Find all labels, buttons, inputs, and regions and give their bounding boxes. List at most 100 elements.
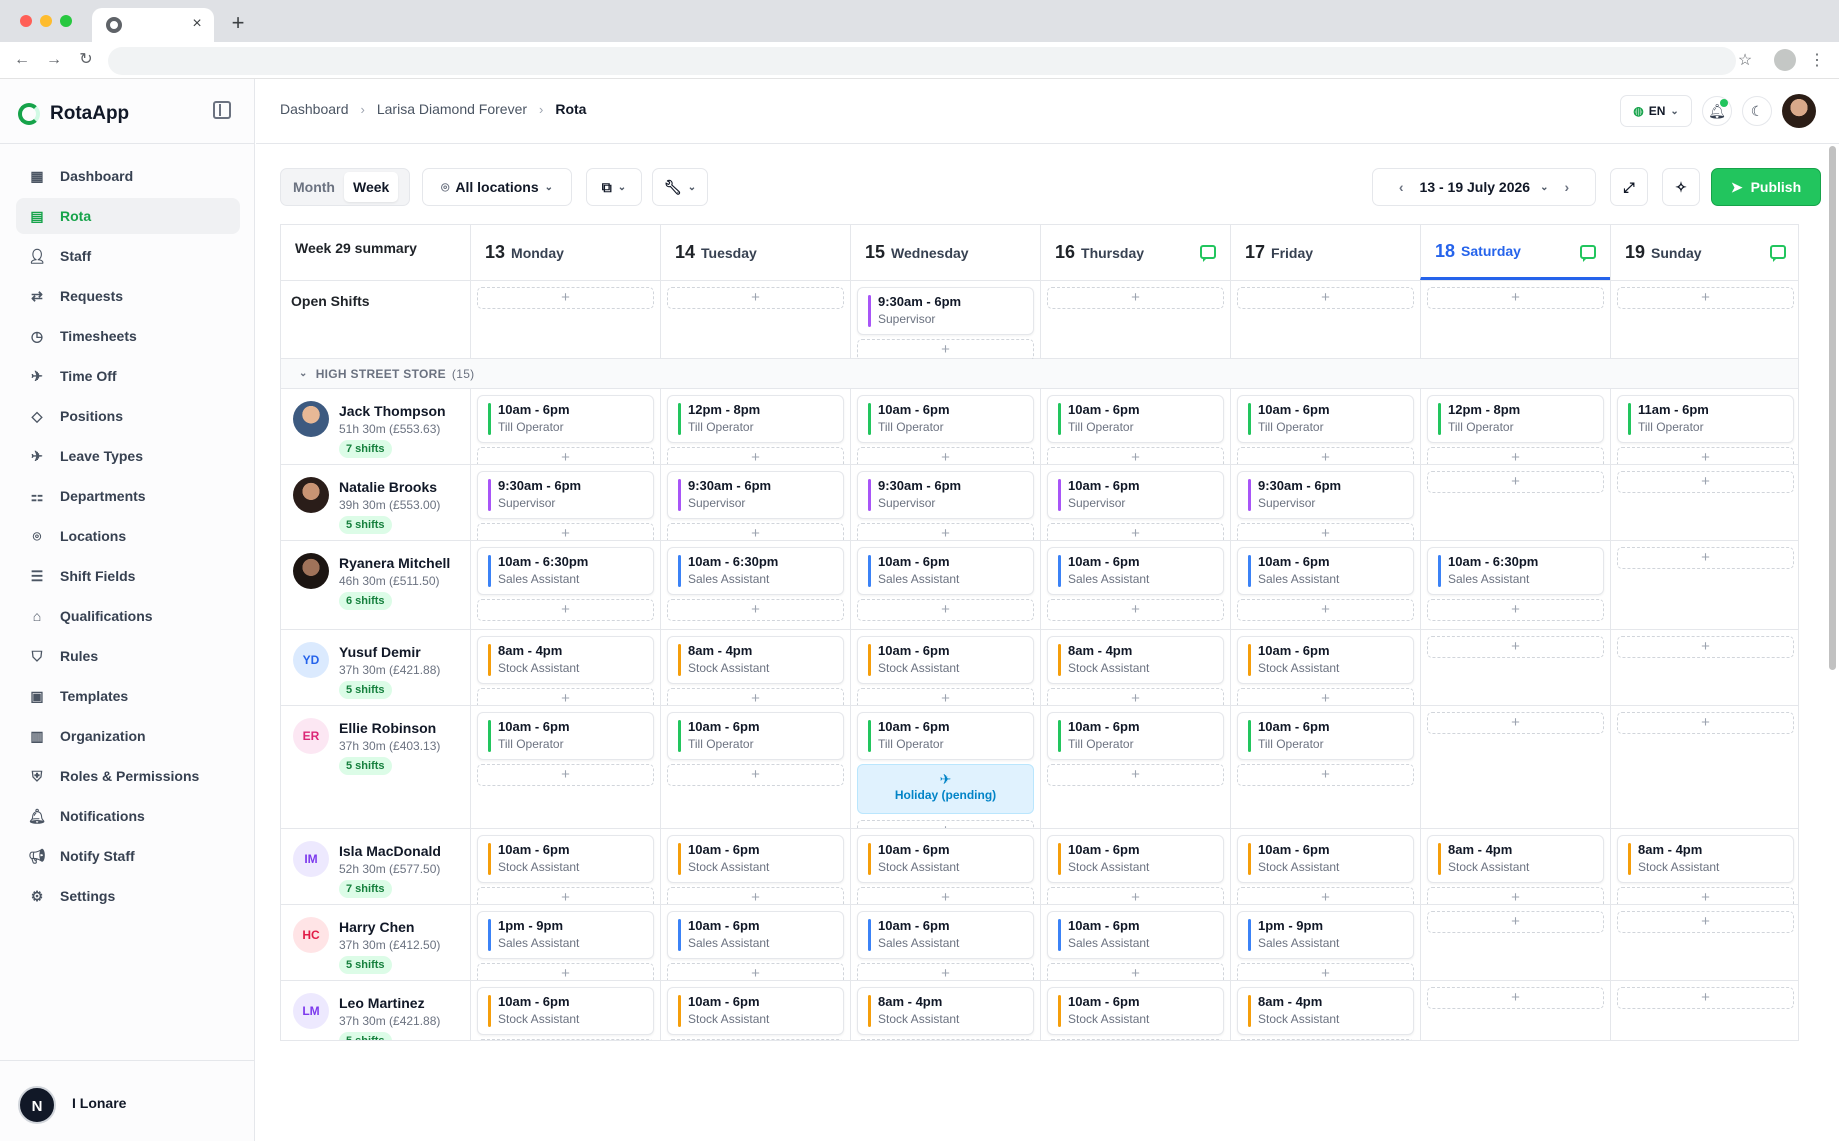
add-shift-button[interactable]: + xyxy=(1427,447,1604,464)
day-header-saturday[interactable]: 18 Saturday xyxy=(1420,225,1610,280)
add-shift-button[interactable]: + xyxy=(1047,523,1224,540)
shift-card[interactable]: 10am - 6pm Sales Assistant xyxy=(857,911,1034,959)
day-header-monday[interactable]: 13 Monday xyxy=(470,225,660,280)
shift-card[interactable]: 8am - 4pm Stock Assistant xyxy=(1617,835,1794,883)
shift-card[interactable]: 12pm - 8pm Till Operator xyxy=(667,395,844,443)
shift-card[interactable]: 10am - 6pm Stock Assistant xyxy=(477,835,654,883)
sidebar-item-positions[interactable]: ◇ Positions xyxy=(16,398,240,434)
user-name[interactable]: I Lonare xyxy=(72,1095,126,1111)
add-shift-button[interactable]: + xyxy=(1237,688,1414,705)
day-header-tuesday[interactable]: 14 Tuesday xyxy=(660,225,850,280)
scrollbar[interactable] xyxy=(1829,146,1836,670)
shift-card[interactable]: 9:30am - 6pm Supervisor xyxy=(857,287,1034,335)
publish-button[interactable]: ➤ Publish xyxy=(1711,168,1821,206)
sidebar-item-timesheets[interactable]: ◷ Timesheets xyxy=(16,318,240,354)
shift-card[interactable]: 10am - 6pm Till Operator xyxy=(857,395,1034,443)
forward-arrow-icon[interactable]: → xyxy=(44,50,64,70)
date-range-picker[interactable]: ‹ 13 - 19 July 2026 ⌄ › xyxy=(1372,168,1596,206)
add-shift-button[interactable]: + xyxy=(1427,599,1604,621)
add-shift-button[interactable]: + xyxy=(1427,287,1604,309)
add-shift-button[interactable]: + xyxy=(667,1039,844,1040)
shift-card[interactable]: 10am - 6pm Till Operator xyxy=(667,712,844,760)
collapse-sidebar-icon[interactable] xyxy=(213,101,231,119)
shift-card[interactable]: 10am - 6pm Sales Assistant xyxy=(1047,547,1224,595)
add-shift-button[interactable]: + xyxy=(1237,599,1414,621)
sidebar-item-notifications[interactable]: 🔔︎ Notifications xyxy=(16,798,240,834)
browser-tab[interactable]: × xyxy=(92,8,214,42)
add-shift-button[interactable]: + xyxy=(1047,764,1224,786)
add-shift-button[interactable]: + xyxy=(1237,963,1414,980)
add-shift-button[interactable]: + xyxy=(857,963,1034,980)
add-shift-button[interactable]: + xyxy=(857,1039,1034,1040)
add-shift-button[interactable]: + xyxy=(1617,287,1794,309)
sidebar-item-staff[interactable]: 👤︎ Staff xyxy=(16,238,240,274)
add-shift-button[interactable]: + xyxy=(667,887,844,904)
day-header-wednesday[interactable]: 15 Wednesday xyxy=(850,225,1040,280)
shift-card[interactable]: 8am - 4pm Stock Assistant xyxy=(857,987,1034,1035)
shift-card[interactable]: 10am - 6pm Stock Assistant xyxy=(667,835,844,883)
sidebar-item-shift-fields[interactable]: ☰ Shift Fields xyxy=(16,558,240,594)
shift-card[interactable]: 8am - 4pm Stock Assistant xyxy=(477,636,654,684)
reload-icon[interactable]: ↻ xyxy=(76,50,96,70)
add-shift-button[interactable]: + xyxy=(477,447,654,464)
sidebar-item-qualifications[interactable]: ⌂ Qualifications xyxy=(16,598,240,634)
shift-card[interactable]: 10am - 6pm Till Operator xyxy=(477,395,654,443)
minimize-window-button[interactable] xyxy=(40,15,52,27)
day-header-thursday[interactable]: 16 Thursday xyxy=(1040,225,1230,280)
theme-toggle-button[interactable]: ☾ xyxy=(1742,96,1772,126)
add-shift-button[interactable]: + xyxy=(667,963,844,980)
add-shift-button[interactable]: + xyxy=(667,599,844,621)
shift-card[interactable]: 1pm - 9pm Sales Assistant xyxy=(477,911,654,959)
zoom-window-button[interactable] xyxy=(60,15,72,27)
staff-cell[interactable]: Natalie Brooks 39h 30m (£553.00) 5 shifts xyxy=(281,465,470,540)
message-icon[interactable] xyxy=(1200,245,1216,262)
add-shift-button[interactable]: + xyxy=(1427,712,1604,734)
chevron-left-icon[interactable]: ‹ xyxy=(1399,179,1404,195)
add-shift-button[interactable]: + xyxy=(477,523,654,540)
add-shift-button[interactable]: + xyxy=(1427,471,1604,493)
tab-close-button[interactable]: × xyxy=(188,15,206,33)
shift-card[interactable]: 12pm - 8pm Till Operator xyxy=(1427,395,1604,443)
staff-cell[interactable]: Ryanera Mitchell 46h 30m (£511.50) 6 shift… xyxy=(281,541,470,629)
staff-cell[interactable]: YD Yusuf Demir 37h 30m (£421.88) 5 shifts xyxy=(281,630,470,705)
add-shift-button[interactable]: + xyxy=(667,447,844,464)
shift-card[interactable]: 8am - 4pm Stock Assistant xyxy=(1427,835,1604,883)
shift-card[interactable]: 8am - 4pm Stock Assistant xyxy=(1047,636,1224,684)
language-selector[interactable]: ◍ EN ⌄ xyxy=(1620,95,1692,127)
shift-card[interactable]: 9:30am - 6pm Supervisor xyxy=(477,471,654,519)
add-shift-button[interactable]: + xyxy=(857,599,1034,621)
shift-card[interactable]: 10am - 6pm Stock Assistant xyxy=(1237,636,1414,684)
shift-card[interactable]: 10am - 6pm Till Operator xyxy=(1237,395,1414,443)
shift-card[interactable]: 10am - 6pm Stock Assistant xyxy=(667,987,844,1035)
add-shift-button[interactable]: + xyxy=(1617,471,1794,493)
shift-card[interactable]: 10am - 6pm Stock Assistant xyxy=(857,636,1034,684)
add-shift-button[interactable]: + xyxy=(1427,887,1604,904)
message-icon[interactable] xyxy=(1770,245,1786,262)
add-shift-button[interactable]: + xyxy=(1617,887,1794,904)
shift-card[interactable]: 10am - 6:30pm Sales Assistant xyxy=(667,547,844,595)
address-bar[interactable] xyxy=(108,47,1736,75)
chevron-right-icon[interactable]: › xyxy=(1564,179,1569,195)
add-shift-button[interactable]: + xyxy=(1047,447,1224,464)
add-shift-button[interactable]: + xyxy=(1237,764,1414,786)
shift-card[interactable]: 11am - 6pm Till Operator xyxy=(1617,395,1794,443)
sidebar-item-departments[interactable]: ⚏ Departments xyxy=(16,478,240,514)
new-tab-button[interactable]: + xyxy=(228,12,248,34)
shift-card[interactable]: 10am - 6pm Supervisor xyxy=(1047,471,1224,519)
staff-cell[interactable]: LM Leo Martinez 37h 30m (£421.88) 5 shifts xyxy=(281,981,470,1040)
shift-card[interactable]: 10am - 6pm Sales Assistant xyxy=(857,547,1034,595)
profile-avatar[interactable] xyxy=(1782,94,1816,128)
shift-card[interactable]: 8am - 4pm Stock Assistant xyxy=(667,636,844,684)
shift-card[interactable]: 10am - 6pm Till Operator xyxy=(1237,712,1414,760)
sidebar-item-notify-staff[interactable]: 📢︎ Notify Staff xyxy=(16,838,240,874)
shift-card[interactable]: 10am - 6pm Till Operator xyxy=(1047,395,1224,443)
back-arrow-icon[interactable]: ← xyxy=(12,50,32,70)
auto-schedule-button[interactable]: ✧ xyxy=(1662,168,1700,206)
shift-card[interactable]: 10am - 6:30pm Sales Assistant xyxy=(1427,547,1604,595)
shift-card[interactable]: 10am - 6pm Stock Assistant xyxy=(1047,835,1224,883)
copy-menu-button[interactable]: ⧉ ⌄ xyxy=(586,168,642,206)
add-shift-button[interactable]: + xyxy=(1047,963,1224,980)
staff-cell[interactable]: Jack Thompson 51h 30m (£553.63) 7 shifts xyxy=(281,389,470,464)
add-shift-button[interactable]: + xyxy=(1237,523,1414,540)
add-shift-button[interactable]: + xyxy=(667,523,844,540)
